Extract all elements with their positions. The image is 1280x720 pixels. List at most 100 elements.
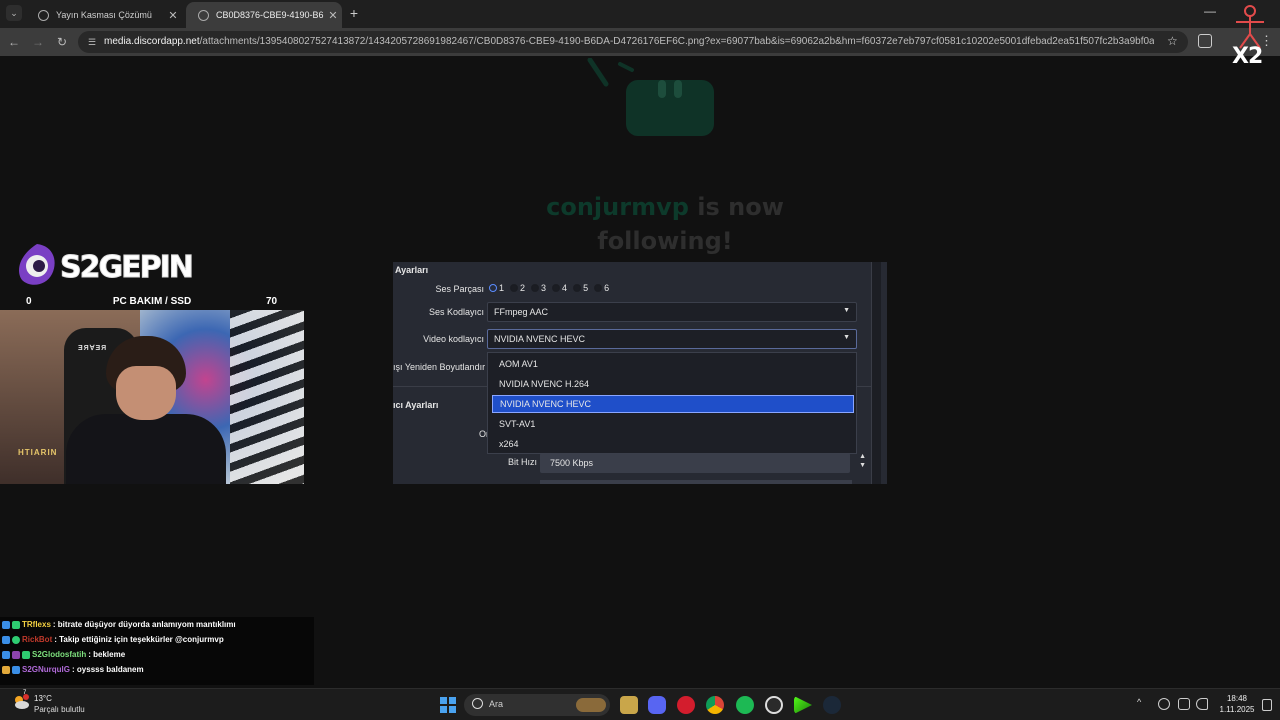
badge-icon xyxy=(12,620,20,629)
audio-track-radio-2[interactable]: 2 xyxy=(510,283,525,293)
badge-icon xyxy=(12,665,20,674)
alert-username: conjurmvp xyxy=(546,193,689,221)
close-tab-icon[interactable]: ✕ xyxy=(164,9,182,22)
audio-track-radio-group: 1 2 3 4 5 6 xyxy=(489,283,609,293)
chat-text: : oyssss baldanem xyxy=(72,665,144,674)
audio-track-radio-1[interactable]: 1 xyxy=(489,283,504,293)
encoder-option-nvenc-hevc[interactable]: NVIDIA NVENC HEVC xyxy=(492,395,854,413)
forward-button[interactable]: → xyxy=(30,34,46,50)
search-highlight-image xyxy=(576,698,606,712)
encoder-option-svt-av1[interactable]: SVT-AV1 xyxy=(492,415,854,433)
tab-image-attachment[interactable]: CB0D8376-CBE9-4190-B6DA-D ✕ xyxy=(186,2,342,28)
bookmark-star-icon[interactable]: ☆ xyxy=(1167,34,1178,48)
microphone-icon[interactable] xyxy=(1158,698,1170,710)
video-encoder-select[interactable]: NVIDIA NVENC HEVC ▼ xyxy=(487,329,857,349)
video-encoder-dropdown-list: AOM AV1 NVIDIA NVENC H.264 NVIDIA NVENC … xyxy=(487,352,857,454)
scrollbar[interactable] xyxy=(871,262,881,484)
audio-track-radio-4[interactable]: 4 xyxy=(552,283,567,293)
webcam-zebra-art xyxy=(230,310,304,484)
video-encoder-value: NVIDIA NVENC HEVC xyxy=(494,334,586,344)
alert-eye-right xyxy=(674,80,682,98)
radio-label: 5 xyxy=(583,283,589,293)
encoder-option-aom-av1[interactable]: AOM AV1 xyxy=(492,355,854,373)
rescale-output-label: ışı Yeniden Boyutlandır xyxy=(393,362,486,372)
weather-temperature[interactable]: 13°C xyxy=(34,694,52,703)
chevron-down-icon[interactable]: ▼ xyxy=(859,462,866,469)
tab-yayin-kasmasi[interactable]: Yayın Kasması Çözümü ✕ xyxy=(26,2,182,28)
alert-eye-left xyxy=(658,80,666,98)
address-bar[interactable]: ☰ media.discordapp.net/attachments/13954… xyxy=(78,31,1188,53)
radio-label: 6 xyxy=(604,283,610,293)
radio-label: 2 xyxy=(520,283,526,293)
url-path: /attachments/1395408027527413872/1434205… xyxy=(199,36,1154,47)
radio-dot xyxy=(510,284,519,292)
chat-message: S2GNurqulG : oyssss baldanem xyxy=(2,665,144,674)
weather-cloud-icon[interactable] xyxy=(12,694,30,710)
encoder-option-nvenc-h264[interactable]: NVIDIA NVENC H.264 xyxy=(492,375,854,393)
channel-name: S2GEPIN xyxy=(60,250,195,286)
follower-alert-icon xyxy=(626,80,714,136)
clock-date[interactable]: 1.11.2025 xyxy=(1214,705,1260,714)
taskbar-search[interactable]: Ara xyxy=(464,694,610,716)
audio-encoder-value: FFmpeg AAC xyxy=(494,307,549,317)
chat-text: : bitrate düşüyor düyorda anlamıyom mant… xyxy=(52,620,236,629)
audio-track-radio-5[interactable]: 5 xyxy=(573,283,588,293)
chat-user: RickBot xyxy=(22,635,53,644)
chat-user: S2GNurqulG xyxy=(22,665,71,674)
score-right: 70 xyxy=(266,296,278,307)
opera-icon[interactable] xyxy=(677,696,695,714)
chat-text: : Takip ettiğiniz için teşekkürler @conj… xyxy=(54,635,224,644)
bitrate-label: Bit Hızı xyxy=(507,457,537,467)
weather-badge-count: 7 xyxy=(23,690,27,696)
new-tab-button[interactable]: + xyxy=(346,5,362,21)
clock-time[interactable]: 18:48 xyxy=(1222,694,1252,703)
audio-track-radio-6[interactable]: 6 xyxy=(594,283,609,293)
streamer-face xyxy=(116,366,176,420)
globe-icon xyxy=(38,9,49,21)
chevron-up-icon[interactable]: ▲ xyxy=(859,453,866,460)
extensions-icon[interactable] xyxy=(1198,34,1212,48)
spotify-icon[interactable] xyxy=(736,696,754,714)
chat-user: TRflexs xyxy=(22,620,51,629)
chevron-up-icon[interactable]: ^ xyxy=(1137,697,1141,707)
audio-track-label: Ses Parçası xyxy=(435,284,484,294)
partial-field[interactable] xyxy=(540,480,852,484)
weather-description[interactable]: Parçalı bulutlu xyxy=(34,705,85,714)
audio-track-radio-3[interactable]: 3 xyxy=(531,283,546,293)
follow-alert-text: conjurmvp is now following! xyxy=(520,190,810,258)
chrome-icon[interactable] xyxy=(706,696,724,714)
tab-search-button[interactable]: ⌄ xyxy=(6,5,22,21)
obs-icon[interactable] xyxy=(765,696,783,714)
encoder-settings-title: ıcı Ayarları xyxy=(393,400,439,410)
url-text[interactable]: media.discordapp.net/attachments/1395408… xyxy=(104,31,1154,53)
badge-icon xyxy=(2,665,10,674)
bitrate-spinbox[interactable]: 7500 Kbps ▲ ▼ xyxy=(540,453,866,473)
back-button[interactable]: ← xyxy=(6,34,22,50)
search-icon xyxy=(472,698,483,709)
browser-toolbar: ← → ↻ ☰ media.discordapp.net/attachments… xyxy=(0,28,1280,56)
radio-dot xyxy=(594,284,603,292)
badge-icon xyxy=(2,620,10,629)
taskbar: 7 13°C Parçalı bulutlu Ara ^ 18:48 1.11.… xyxy=(0,688,1280,720)
discord-icon[interactable] xyxy=(648,696,666,714)
badge-icon xyxy=(22,650,30,659)
kick-icon[interactable] xyxy=(794,696,812,714)
close-tab-icon[interactable]: ✕ xyxy=(324,9,342,22)
badge-icon xyxy=(2,650,10,659)
network-icon[interactable] xyxy=(1178,698,1190,710)
section-title: Ayarları xyxy=(395,265,429,275)
site-info-icon[interactable]: ☰ xyxy=(86,36,98,48)
encoder-option-x264[interactable]: x264 xyxy=(492,435,854,453)
chevron-down-icon: ▼ xyxy=(843,334,850,341)
steam-icon[interactable] xyxy=(823,696,841,714)
audio-encoder-select[interactable]: FFmpeg AAC ▼ xyxy=(487,302,857,322)
url-domain: media.discordapp.net xyxy=(104,36,200,47)
reload-button[interactable]: ↻ xyxy=(54,34,70,50)
windows-start-icon[interactable] xyxy=(440,697,456,713)
minimize-button[interactable]: — xyxy=(1200,4,1220,22)
bitrate-value: 7500 Kbps xyxy=(550,458,594,468)
notification-icon[interactable] xyxy=(1262,699,1272,711)
volume-icon[interactable] xyxy=(1196,698,1208,710)
file-explorer-icon[interactable] xyxy=(620,696,638,714)
chevron-down-icon: ▼ xyxy=(843,307,850,314)
